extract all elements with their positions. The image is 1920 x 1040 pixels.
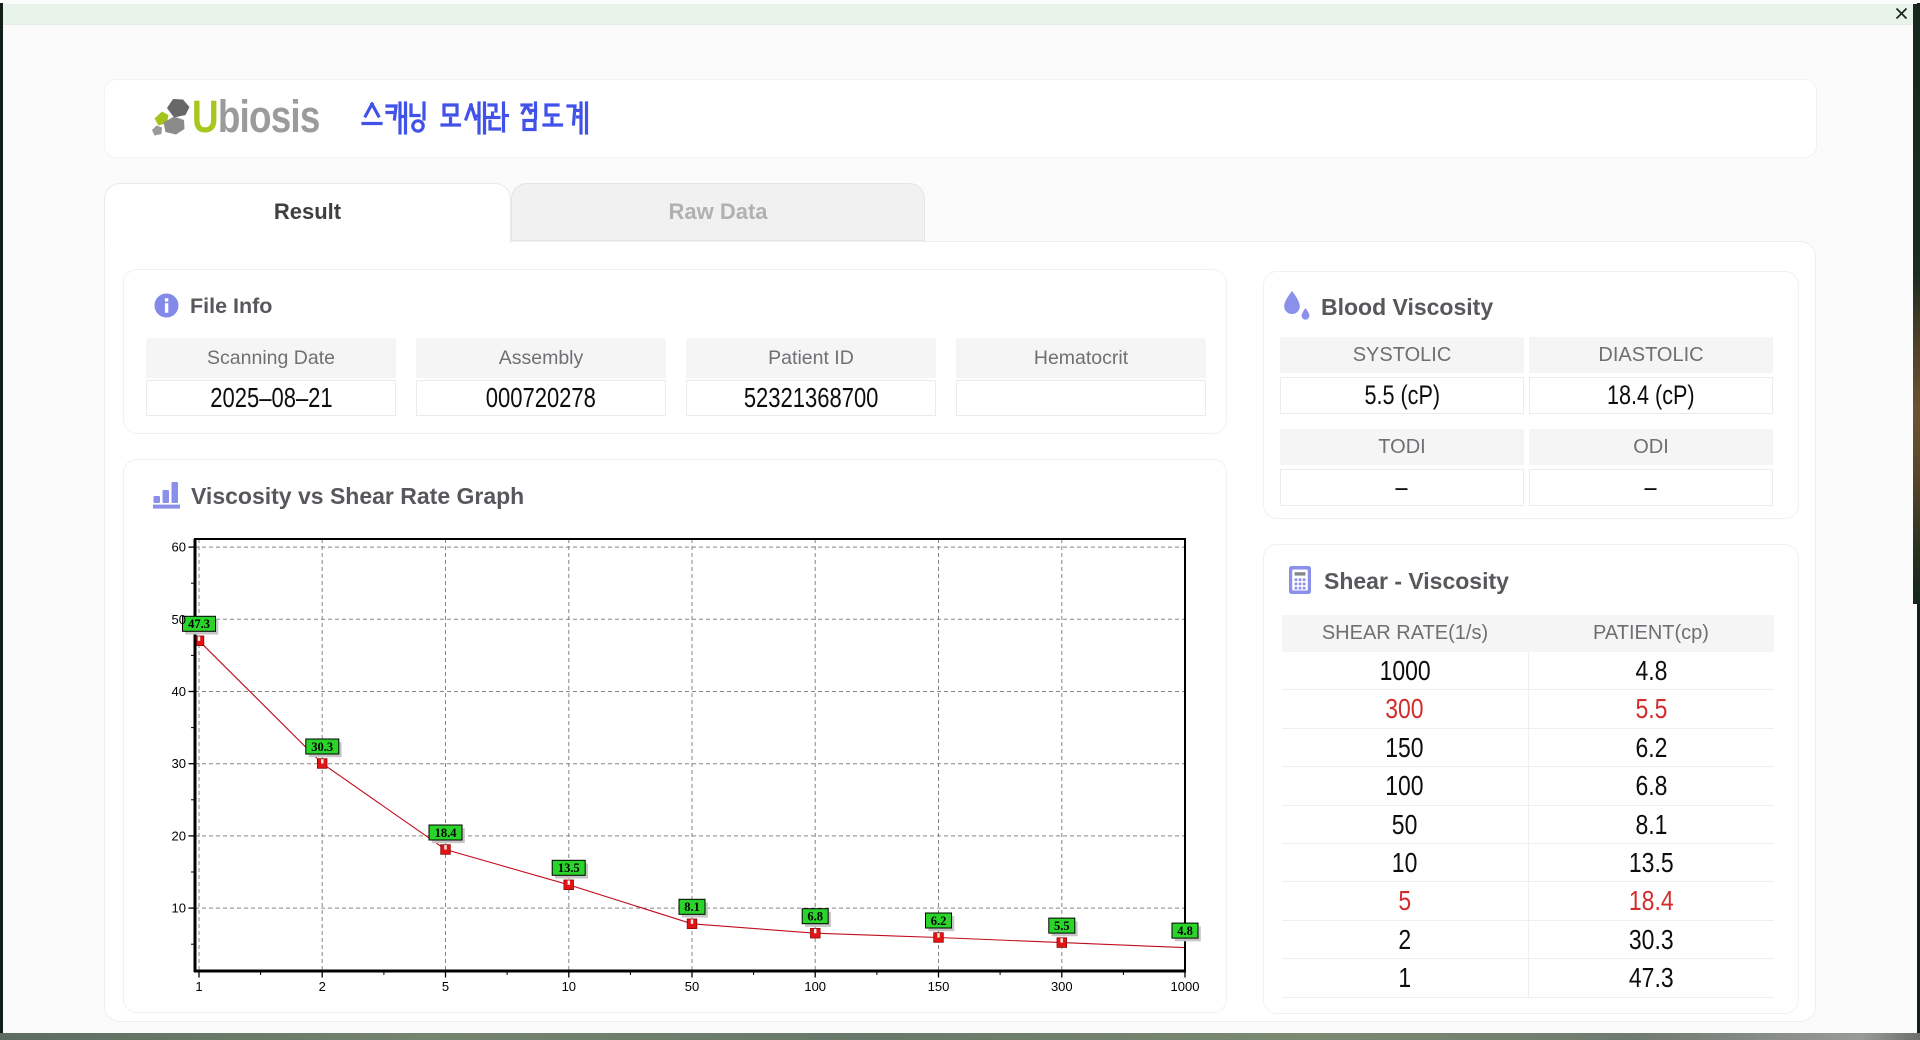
svg-text:8.1: 8.1 — [684, 900, 700, 914]
svg-text:1000: 1000 — [1171, 979, 1200, 994]
svg-text:1: 1 — [195, 979, 202, 994]
svg-text:5.5: 5.5 — [1054, 919, 1070, 933]
svg-text:6.2: 6.2 — [931, 914, 947, 928]
svg-text:30: 30 — [172, 756, 186, 771]
svg-text:5: 5 — [442, 979, 449, 994]
svg-text:10: 10 — [172, 901, 186, 916]
svg-text:18.4: 18.4 — [435, 826, 458, 840]
svg-text:50: 50 — [172, 612, 186, 627]
svg-text:60: 60 — [172, 540, 186, 555]
svg-text:40: 40 — [172, 684, 186, 699]
svg-text:13.5: 13.5 — [558, 861, 580, 875]
svg-text:20: 20 — [172, 828, 186, 843]
svg-text:150: 150 — [928, 979, 950, 994]
svg-text:30.3: 30.3 — [311, 740, 333, 754]
svg-text:50: 50 — [685, 979, 699, 994]
svg-text:6.8: 6.8 — [807, 910, 823, 924]
svg-text:4.8: 4.8 — [1177, 924, 1193, 938]
svg-text:47.3: 47.3 — [188, 617, 210, 631]
svg-text:10: 10 — [562, 979, 576, 994]
svg-text:300: 300 — [1051, 979, 1073, 994]
svg-text:100: 100 — [804, 979, 826, 994]
svg-text:2: 2 — [319, 979, 326, 994]
